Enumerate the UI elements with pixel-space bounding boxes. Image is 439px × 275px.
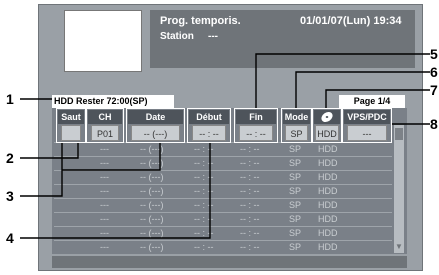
- callout-7: 7: [430, 82, 438, 98]
- callout-2: 2: [6, 150, 14, 166]
- callout-6: 6: [430, 64, 438, 80]
- callout-1: 1: [6, 91, 14, 107]
- callout-4: 4: [6, 230, 14, 246]
- callout-3: 3: [6, 188, 14, 204]
- callout-8: 8: [430, 116, 438, 132]
- callout-5: 5: [430, 46, 438, 62]
- callout-leader-lines: [20, 53, 430, 239]
